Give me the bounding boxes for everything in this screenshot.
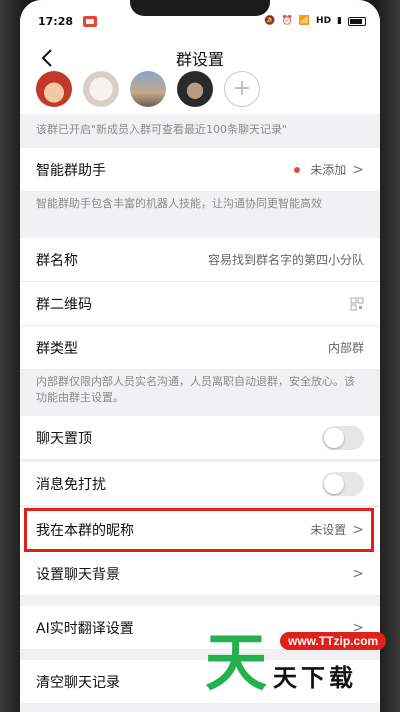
assistant-status: 未添加 >	[294, 161, 364, 178]
pin-chat-toggle[interactable]	[322, 425, 364, 450]
signal-icon: ▮	[337, 16, 342, 26]
assistant-label: 智能群助手	[36, 162, 106, 179]
app-notification-icon	[83, 15, 98, 27]
chevron-right-icon: >	[352, 565, 364, 582]
wifi-icon: 📶	[298, 16, 311, 26]
pin-chat-label: 聊天置顶	[36, 430, 92, 447]
mute-status-icon: 🔕	[264, 16, 276, 26]
mute-toggle[interactable]	[322, 471, 364, 496]
back-arrow-icon[interactable]	[36, 46, 60, 70]
nickname-status: 未设置 >	[310, 521, 364, 538]
group-type-label: 群类型	[36, 340, 78, 357]
avatar[interactable]	[130, 71, 166, 107]
qr-code-icon	[350, 297, 364, 310]
translate-label: AI实时翻译设置	[36, 620, 134, 637]
member-avatars: +	[20, 71, 380, 114]
nickname-value: 未设置	[310, 523, 347, 537]
red-dot-icon	[294, 166, 301, 173]
watermark-text: 天下载	[273, 664, 357, 692]
group-name-label: 群名称	[36, 252, 78, 269]
mute-row: 消息免打扰	[20, 462, 380, 506]
nickname-label: 我在本群的昵称	[36, 522, 134, 539]
page-title: 群设置	[175, 50, 224, 69]
watermark-url: www.TTzip.com	[280, 632, 387, 650]
pin-chat-row: 聊天置顶	[20, 416, 380, 460]
watermark-logo: 天 www.TTzip.com 天下载	[205, 618, 387, 699]
chat-background-label: 设置聊天背景	[36, 566, 120, 583]
qr-code-row[interactable]: 群二维码	[20, 282, 380, 326]
avatar[interactable]	[36, 71, 72, 107]
chevron-right-icon: >	[352, 161, 364, 178]
avatar[interactable]	[83, 71, 119, 107]
clear-history-label: 清空聊天记录	[36, 674, 120, 691]
group-name-value: 容易找到群名字的第四小分队	[207, 253, 364, 267]
group-type-value: 内部群	[327, 341, 364, 355]
assistant-note: 智能群助手包含丰富的机器人技能，让沟通协同更智能高效	[20, 192, 380, 238]
watermark-char: 天	[205, 626, 268, 699]
group-type-row[interactable]: 群类型 内部群	[20, 326, 380, 370]
screen: 17:28 🔕 ⏰ 📶 HD ▮ 群设置 + 该群已开启"新成员入群可查看最近1…	[20, 0, 380, 712]
qr-code-value	[350, 297, 364, 311]
add-member-icon[interactable]: +	[224, 71, 260, 107]
status-icons: 🔕 ⏰ 📶 HD ▮	[264, 16, 366, 26]
chat-background-row[interactable]: 设置聊天背景 >	[20, 552, 380, 596]
battery-icon	[348, 16, 366, 26]
chat-background-arrow: >	[346, 566, 364, 582]
group-type-note: 内部群仅限内部人员实名沟通，人员离职自动退群，安全放心。该功能由群主设置。	[20, 370, 380, 414]
chevron-right-icon: >	[352, 521, 364, 538]
qr-code-label: 群二维码	[36, 296, 92, 313]
nickname-row[interactable]: 我在本群的昵称 未设置 >	[20, 508, 380, 552]
assistant-value: 未添加	[310, 163, 347, 177]
status-time: 17:28	[38, 14, 74, 28]
alarm-icon: ⏰	[281, 16, 293, 26]
history-note: 该群已开启"新成员入群可查看最近100条聊天记录"	[20, 118, 380, 148]
avatar[interactable]	[177, 71, 213, 107]
notch	[130, 0, 270, 16]
assistant-row[interactable]: 智能群助手 未添加 >	[20, 148, 380, 192]
network-label: HD	[316, 16, 332, 26]
group-name-row[interactable]: 群名称 容易找到群名字的第四小分队	[20, 238, 380, 282]
mute-label: 消息免打扰	[36, 476, 106, 493]
